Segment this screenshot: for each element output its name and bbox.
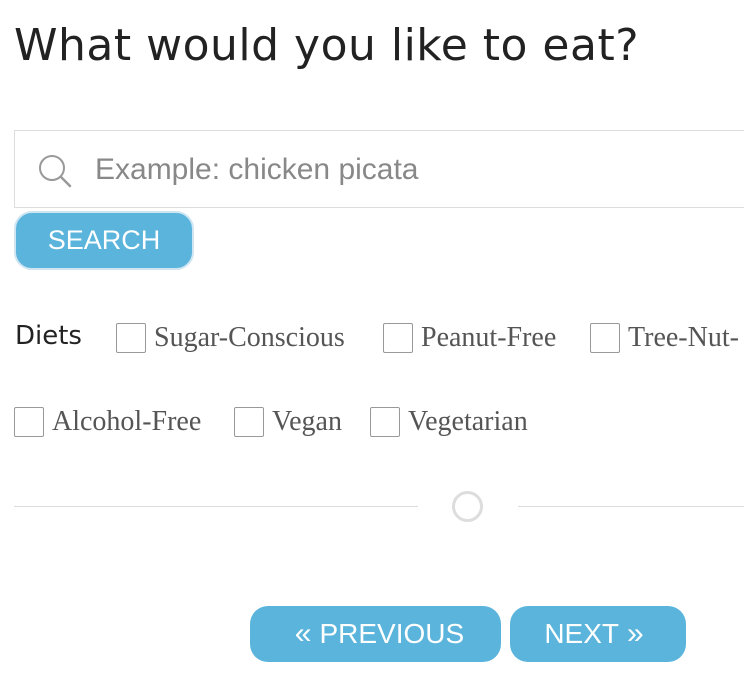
loading-circle-icon (452, 491, 483, 522)
diet-option-vegan[interactable]: Vegan (234, 406, 342, 438)
diet-option-label: Tree-Nut- (628, 322, 739, 353)
diet-option-label: Peanut-Free (421, 322, 557, 353)
double-chevron-right-icon: » (627, 617, 644, 650)
next-button-label: NEXT (544, 618, 619, 649)
previous-button-label: PREVIOUS (319, 618, 465, 649)
diet-option-label: Vegetarian (408, 406, 528, 437)
search-input[interactable] (95, 149, 735, 191)
diets-label: Diets (15, 321, 82, 351)
search-icon (39, 155, 72, 188)
diet-option-sugar-conscious[interactable]: Sugar-Conscious (116, 322, 345, 354)
double-chevron-left-icon: « (294, 617, 312, 650)
checkbox[interactable] (370, 407, 400, 437)
checkbox[interactable] (116, 323, 146, 353)
divider-right (518, 506, 744, 507)
diet-option-label: Vegan (272, 406, 342, 437)
next-button[interactable]: NEXT » (510, 606, 686, 662)
diet-option-tree-nut[interactable]: Tree-Nut- (590, 322, 739, 354)
checkbox[interactable] (590, 323, 620, 353)
previous-button[interactable]: « PREVIOUS (250, 606, 501, 662)
search-box[interactable] (14, 130, 744, 208)
diet-option-label: Sugar-Conscious (154, 322, 345, 353)
search-button[interactable]: SEARCH (14, 211, 194, 270)
page-title: What would you like to eat? (14, 20, 640, 71)
diet-option-alcohol-free[interactable]: Alcohol-Free (14, 406, 201, 438)
diet-option-vegetarian[interactable]: Vegetarian (370, 406, 528, 438)
checkbox[interactable] (234, 407, 264, 437)
checkbox[interactable] (14, 407, 44, 437)
diet-option-peanut-free[interactable]: Peanut-Free (383, 322, 556, 354)
divider-left (14, 506, 418, 507)
diet-option-label: Alcohol-Free (52, 406, 202, 437)
checkbox[interactable] (383, 323, 413, 353)
